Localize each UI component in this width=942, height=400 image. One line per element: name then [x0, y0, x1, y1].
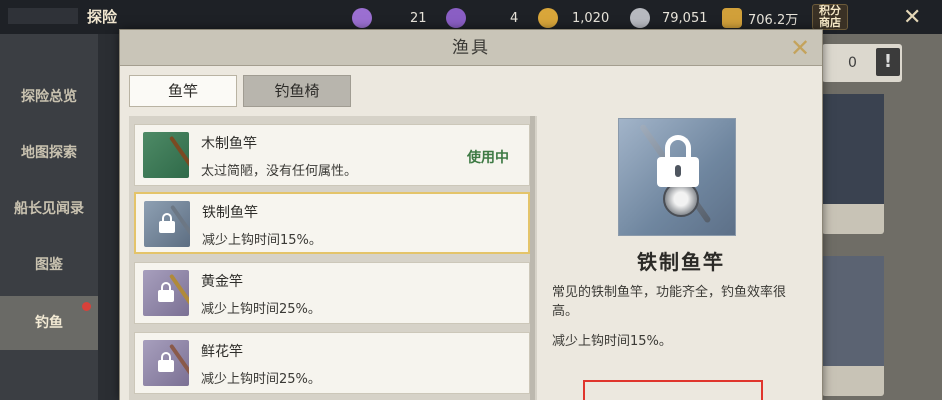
gear-list: 木制鱼竿 太过简陋，没有任何属性。 使用中 铁制鱼竿 减少上钩时间15%。 黄金…	[129, 116, 537, 400]
item-name: 鲜花竿	[201, 344, 243, 360]
top-bar: 探险 21 4 1,020 79,051 706.2万 积分 商店 ✕	[0, 0, 942, 34]
unlock-button[interactable]	[583, 380, 763, 400]
selected-rod-image	[618, 118, 736, 236]
item-status-in-use: 使用中	[467, 150, 509, 166]
list-item[interactable]: 木制鱼竿 太过简陋，没有任何属性。 使用中	[134, 124, 530, 186]
list-scrollbar[interactable]	[530, 116, 535, 400]
resource-badge[interactable]: 4	[446, 8, 518, 28]
resource-gold-value: 1,020	[572, 10, 610, 26]
purple-gem-badge-icon	[446, 8, 466, 28]
points-shop-button[interactable]: 积分 商店	[812, 4, 848, 30]
iron-rod-thumbnail	[144, 201, 190, 247]
fishing-gear-modal: 渔具 ✕ 鱼竿 钓鱼椅 木制鱼竿 太过简陋，没有任何属性。 使用中 铁制鱼竿 减…	[120, 30, 822, 400]
menu-item-overview[interactable]: 探险总览	[0, 70, 98, 124]
count-value: 0	[848, 55, 857, 71]
detail-title: 铁制鱼竿	[637, 250, 725, 274]
tab-fishing-chair[interactable]: 钓鱼椅	[243, 75, 351, 107]
menu-item-map-explore[interactable]: 地图探索	[0, 126, 98, 180]
collection-card[interactable]	[822, 94, 884, 234]
close-icon[interactable]: ✕	[903, 5, 921, 30]
item-desc: 减少上钩时间25%。	[201, 302, 321, 317]
lock-icon	[159, 213, 175, 233]
resource-silver[interactable]: 79,051	[630, 8, 708, 28]
resource-gold[interactable]: 1,020	[538, 8, 609, 28]
detail-effect: 减少上钩时间15%。	[552, 334, 672, 349]
item-desc: 减少上钩时间15%。	[202, 233, 322, 248]
menu-item-codex[interactable]: 图鉴	[0, 238, 98, 292]
list-item[interactable]: 鲜花竿 减少上钩时间25%。	[134, 332, 530, 394]
list-item[interactable]: 黄金竿 减少上钩时间25%。	[134, 262, 530, 324]
resource-ingot-value: 706.2万	[748, 12, 799, 28]
notification-dot	[82, 302, 91, 311]
resource-gem-value: 21	[410, 10, 427, 26]
resource-gem[interactable]: 21	[352, 8, 427, 28]
item-name: 铁制鱼竿	[202, 205, 258, 221]
collection-card[interactable]	[822, 256, 884, 396]
item-name: 木制鱼竿	[201, 136, 257, 152]
card-image	[822, 256, 884, 366]
item-desc: 太过简陋，没有任何属性。	[201, 164, 358, 179]
fishing-rod-icon	[169, 135, 189, 171]
lock-icon	[158, 352, 174, 372]
wooden-rod-thumbnail	[143, 132, 189, 178]
item-name: 黄金竿	[201, 274, 243, 290]
detail-panel: 铁制鱼竿 常见的铁制鱼竿，功能齐全，钓鱼效率很高。 减少上钩时间15%。	[540, 90, 822, 400]
resource-badge-value: 4	[510, 10, 519, 26]
gold-ingot-plus-icon	[722, 8, 742, 28]
alert-icon[interactable]: !	[876, 48, 900, 76]
silver-coin-plus-icon	[630, 8, 650, 28]
tab-fishing-rod[interactable]: 鱼竿	[129, 75, 237, 107]
left-menu: 探险总览 地图探索 船长见闻录 图鉴 钓鱼	[0, 34, 98, 400]
page-title: 探险	[87, 8, 118, 26]
lock-icon	[158, 282, 174, 302]
gold-rod-thumbnail	[143, 270, 189, 316]
resource-silver-value: 79,051	[662, 10, 708, 26]
game-logo	[8, 8, 78, 24]
modal-close-icon[interactable]: ✕	[786, 34, 814, 62]
menu-item-captain-journal[interactable]: 船长见闻录	[0, 182, 98, 236]
gold-coin-plus-icon	[538, 8, 558, 28]
purple-gem-plus-icon	[352, 8, 372, 28]
card-image	[822, 94, 884, 204]
list-item[interactable]: 铁制鱼竿 减少上钩时间15%。	[134, 192, 530, 254]
resource-ingot[interactable]: 706.2万	[722, 8, 798, 28]
lock-icon	[657, 135, 699, 187]
points-shop-label: 积分 商店	[819, 4, 841, 29]
modal-title: 渔具	[452, 38, 490, 58]
detail-description: 常见的铁制鱼竿，功能齐全，钓鱼效率很高。	[552, 285, 787, 319]
item-desc: 减少上钩时间25%。	[201, 372, 321, 387]
flower-rod-thumbnail	[143, 340, 189, 386]
